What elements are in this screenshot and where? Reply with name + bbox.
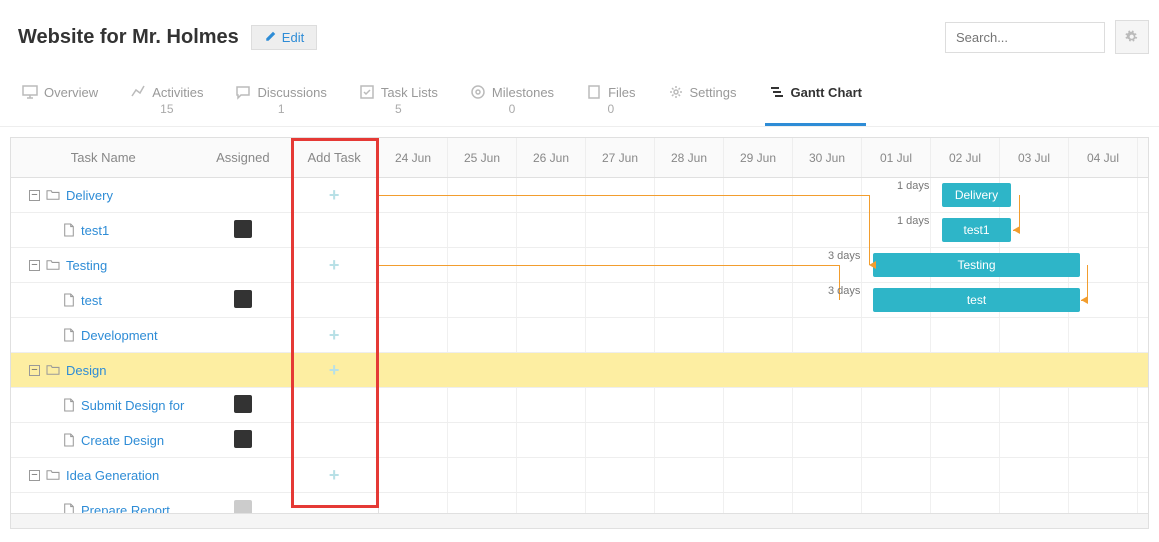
checklist-icon [359, 84, 375, 100]
add-task-button[interactable]: + [329, 465, 340, 485]
avatar[interactable] [234, 430, 252, 448]
task-link[interactable]: Prepare Report [81, 503, 170, 518]
document-icon [63, 433, 75, 447]
collapse-toggle[interactable]: − [29, 190, 40, 201]
gantt-bar[interactable]: Delivery [942, 183, 1011, 207]
col-task-name: Task Name [11, 150, 196, 165]
tab-tasklists[interactable]: Task Lists5 [355, 74, 442, 126]
date-column-header: 27 Jun [586, 138, 655, 177]
date-column-header: 25 Jun [448, 138, 517, 177]
duration-label: 1 days [897, 215, 929, 227]
chart-icon [130, 84, 146, 100]
task-row: Submit Design for [11, 388, 378, 423]
task-link[interactable]: Testing [66, 258, 107, 273]
gantt-timeline: 24 Jun25 Jun26 Jun27 Jun28 Jun29 Jun30 J… [379, 138, 1148, 528]
tab-activities[interactable]: Activities15 [126, 74, 207, 126]
gantt-row [379, 388, 1148, 423]
task-row: − Delivery + [11, 178, 378, 213]
gantt-bar[interactable]: test [873, 288, 1080, 312]
tab-discussions[interactable]: Discussions1 [231, 74, 330, 126]
gantt-bar[interactable]: Testing [873, 253, 1080, 277]
task-link[interactable]: test1 [81, 223, 109, 238]
gantt-row [379, 318, 1148, 353]
col-add-task: Add Task [290, 150, 378, 165]
folder-icon [46, 189, 60, 201]
monitor-icon [22, 84, 38, 100]
date-column-header: 26 Jun [517, 138, 586, 177]
date-column-header: 03 Jul [1000, 138, 1069, 177]
folder-icon [46, 469, 60, 481]
collapse-toggle[interactable]: − [29, 260, 40, 271]
document-icon [63, 328, 75, 342]
gantt-row [379, 353, 1148, 388]
document-icon [63, 503, 75, 517]
date-column-header: 04 Jul [1069, 138, 1138, 177]
task-row: − Idea Generation + [11, 458, 378, 493]
gear-icon [668, 84, 684, 100]
edit-button[interactable]: Edit [251, 25, 317, 50]
tab-bar: Overview Activities15 Discussions1 Task … [0, 64, 1159, 127]
task-row: Development + [11, 318, 378, 353]
task-row: test [11, 283, 378, 318]
tab-milestones[interactable]: Milestones0 [466, 74, 558, 126]
date-column-header: 24 Jun [379, 138, 448, 177]
task-row: Create Design [11, 423, 378, 458]
document-icon [63, 223, 75, 237]
avatar[interactable] [234, 290, 252, 308]
search-input[interactable] [945, 22, 1105, 53]
task-list-panel: Task Name Assigned Add Task − Delivery + te… [11, 138, 379, 528]
task-row: test1 [11, 213, 378, 248]
date-column-header: 28 Jun [655, 138, 724, 177]
add-task-button[interactable]: + [329, 255, 340, 275]
pencil-icon [264, 31, 276, 43]
date-column-header: 30 Jun [793, 138, 862, 177]
page-title: Website for Mr. Holmes [18, 26, 239, 49]
duration-label: 1 days [897, 180, 929, 192]
date-column-header: 02 Jul [931, 138, 1000, 177]
gantt-row [379, 213, 1148, 248]
collapse-toggle[interactable]: − [29, 470, 40, 481]
avatar[interactable] [234, 500, 252, 518]
settings-gear-button[interactable] [1115, 20, 1149, 54]
add-task-button[interactable]: + [329, 325, 340, 345]
task-row: − Testing + [11, 248, 378, 283]
task-link[interactable]: test [81, 293, 102, 308]
task-link[interactable]: Create Design [81, 433, 164, 448]
gear-icon [1124, 29, 1140, 45]
document-icon [63, 293, 75, 307]
avatar[interactable] [234, 395, 252, 413]
task-link[interactable]: Idea Generation [66, 468, 159, 483]
target-icon [470, 84, 486, 100]
task-row: − Design + [11, 353, 378, 388]
duration-label: 3 days [828, 250, 860, 262]
date-column-header: 01 Jul [862, 138, 931, 177]
gantt-row [379, 458, 1148, 493]
tab-files[interactable]: Files0 [582, 74, 639, 126]
duration-label: 3 days [828, 285, 860, 297]
collapse-toggle[interactable]: − [29, 365, 40, 376]
task-row: Prepare Report [11, 493, 378, 528]
avatar[interactable] [234, 220, 252, 238]
folder-icon [46, 259, 60, 271]
document-icon [63, 398, 75, 412]
date-column-header: 29 Jun [724, 138, 793, 177]
tab-settings[interactable]: Settings [664, 74, 741, 126]
folder-icon [46, 364, 60, 376]
task-link[interactable]: Delivery [66, 188, 113, 203]
gantt-icon [769, 84, 785, 100]
add-task-button[interactable]: + [329, 185, 340, 205]
tab-overview[interactable]: Overview [18, 74, 102, 126]
task-link[interactable]: Design [66, 363, 106, 378]
gantt-row [379, 423, 1148, 458]
gantt-row [379, 493, 1148, 528]
task-link[interactable]: Development [81, 328, 158, 343]
chat-icon [235, 84, 251, 100]
gantt-bar[interactable]: test1 [942, 218, 1011, 242]
tab-gantt-chart[interactable]: Gantt Chart [765, 74, 867, 126]
task-link[interactable]: Submit Design for [81, 398, 184, 413]
add-task-button[interactable]: + [329, 360, 340, 380]
col-assigned: Assigned [196, 150, 291, 165]
files-icon [586, 84, 602, 100]
